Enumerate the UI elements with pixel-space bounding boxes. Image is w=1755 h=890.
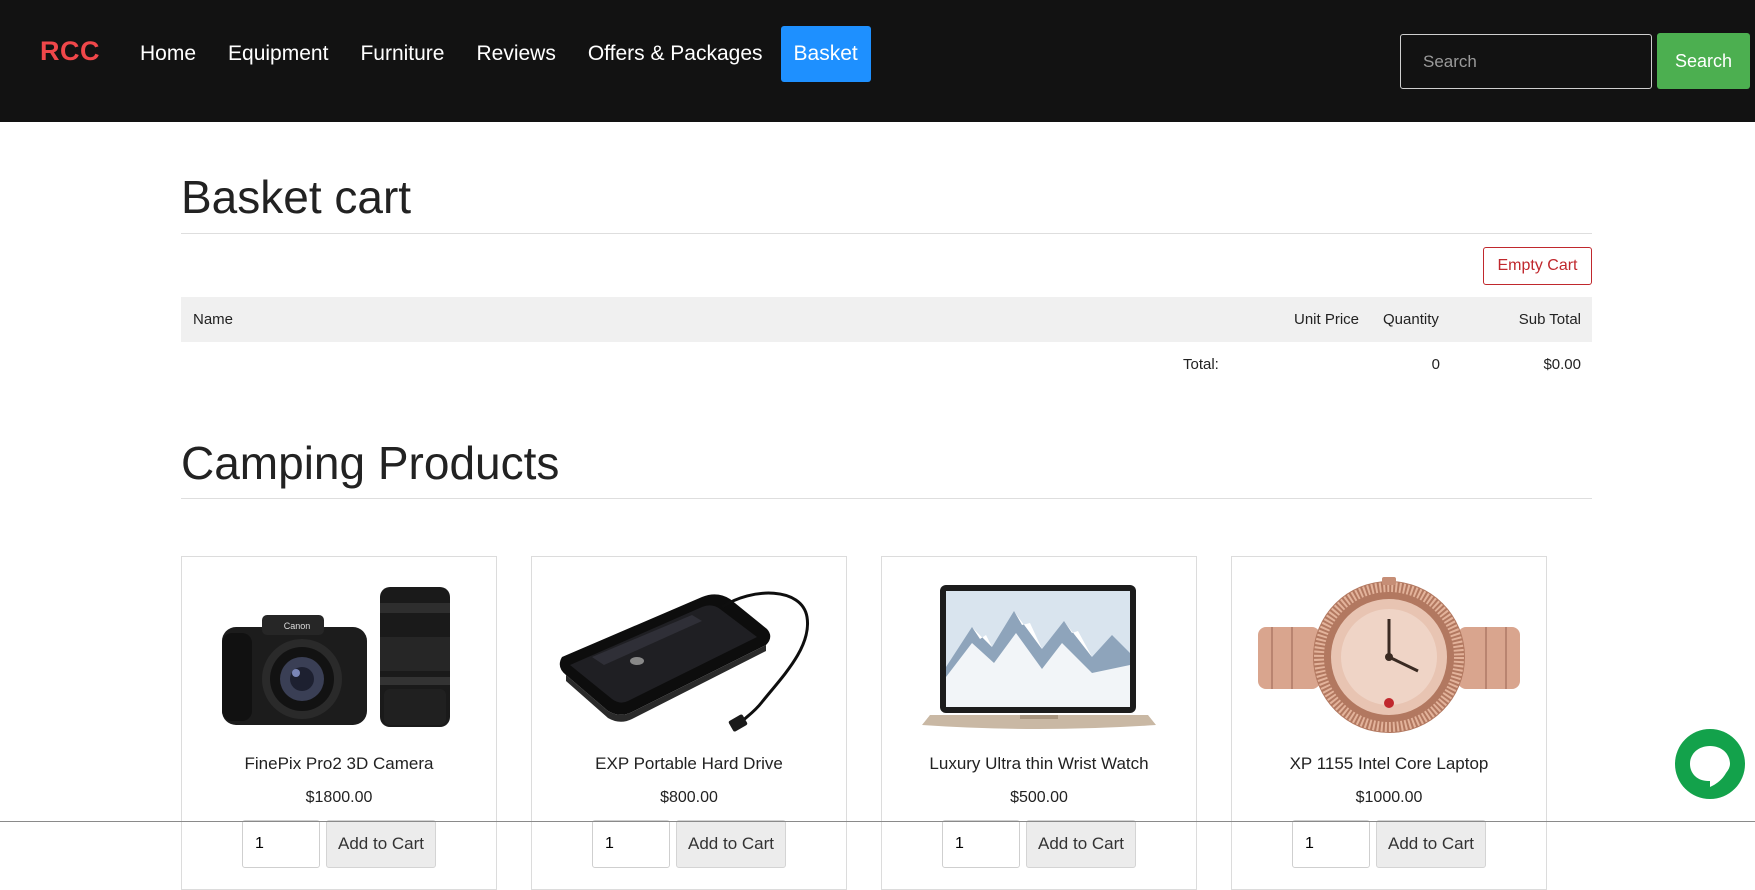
- cart-total-row: Total: 0 $0.00: [181, 342, 1592, 387]
- total-quantity: 0: [1431, 356, 1440, 373]
- products-divider: [181, 498, 1592, 499]
- basket-title: Basket cart: [181, 171, 412, 223]
- empty-cart-button[interactable]: Empty Cart: [1483, 247, 1592, 285]
- add-to-cart-button[interactable]: Add to Cart: [326, 820, 436, 868]
- quantity-input[interactable]: [1292, 820, 1370, 868]
- nav-link-basket[interactable]: Basket: [780, 26, 871, 82]
- search-button[interactable]: Search: [1657, 33, 1750, 89]
- svg-text:Canon: Canon: [284, 621, 311, 631]
- column-header-sub-total: Sub Total: [1518, 311, 1581, 328]
- product-card: EXP Portable Hard Drive $800.00 Add to C…: [531, 556, 847, 890]
- product-price: $800.00: [660, 789, 718, 806]
- top-navbar: RCC Home Equipment Furniture Reviews Off…: [0, 0, 1755, 122]
- product-name: EXP Portable Hard Drive: [595, 754, 783, 773]
- column-header-unit-price: Unit Price: [1294, 311, 1360, 328]
- add-to-cart-button[interactable]: Add to Cart: [1376, 820, 1486, 868]
- product-price: $500.00: [1010, 789, 1068, 806]
- overlay-divider-line: [0, 821, 1755, 822]
- product-name: FinePix Pro2 3D Camera: [244, 754, 434, 773]
- product-price: $1000.00: [1355, 789, 1423, 806]
- product-name: Luxury Ultra thin Wrist Watch: [929, 754, 1149, 773]
- total-amount: $0.00: [1543, 356, 1581, 373]
- search-input[interactable]: [1400, 34, 1652, 89]
- nav-link-furniture[interactable]: Furniture: [360, 26, 444, 82]
- product-card: Luxury Ultra thin Wrist Watch $500.00 Ad…: [881, 556, 1197, 890]
- cart-table-header: Name Unit Price Quantity Sub Total: [181, 297, 1592, 342]
- nav-link-reviews[interactable]: Reviews: [476, 26, 555, 82]
- nav-link-equipment[interactable]: Equipment: [228, 26, 328, 82]
- products-title: Camping Products: [181, 437, 560, 489]
- total-label: Total:: [1183, 356, 1219, 373]
- add-to-cart-button[interactable]: Add to Cart: [1026, 820, 1136, 868]
- product-name: XP 1155 Intel Core Laptop: [1289, 754, 1489, 773]
- chat-widget-button[interactable]: [1675, 729, 1745, 799]
- watch-icon: [1252, 577, 1526, 735]
- nav-link-home[interactable]: Home: [140, 26, 196, 82]
- add-to-cart-button[interactable]: Add to Cart: [676, 820, 786, 868]
- nav-links: Home Equipment Furniture Reviews Offers …: [140, 26, 903, 82]
- column-header-name: Name: [193, 311, 234, 328]
- quantity-input[interactable]: [942, 820, 1020, 868]
- quantity-input[interactable]: [242, 820, 320, 868]
- brand-logo[interactable]: RCC: [40, 36, 100, 67]
- column-header-quantity: Quantity: [1383, 311, 1439, 328]
- product-card: Canon FinePix Pro2 3D Camera $1800.00 Ad…: [181, 556, 497, 890]
- laptop-icon: [902, 577, 1176, 735]
- chat-icon: [1690, 746, 1730, 787]
- nav-link-offers-packages[interactable]: Offers & Packages: [588, 26, 763, 82]
- product-price: $1800.00: [305, 789, 373, 806]
- hard-drive-icon: [552, 577, 826, 735]
- basket-divider: [181, 233, 1592, 234]
- cart-table: Name Unit Price Quantity Sub Total Total…: [181, 297, 1592, 387]
- camera-icon: Canon: [202, 577, 476, 735]
- product-card: XP 1155 Intel Core Laptop $1000.00 Add t…: [1231, 556, 1547, 890]
- quantity-input[interactable]: [592, 820, 670, 868]
